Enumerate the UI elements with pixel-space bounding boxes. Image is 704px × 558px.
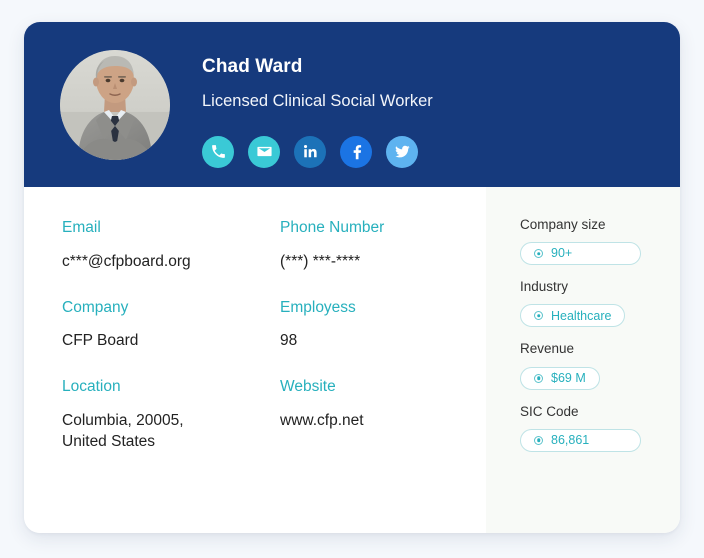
linkedin-glyph [303,145,317,158]
attribute-company-size: Company size 90+ [520,217,680,266]
radio-icon [534,435,543,445]
chip-industry[interactable]: Healthcare [520,304,626,328]
linkedin-icon[interactable] [294,135,326,168]
attribute-industry: Industry Healthcare [520,279,680,328]
field-value-email: c***@cfpboard.org [62,252,191,270]
field-employees: Employess 98 [280,299,486,379]
chip-revenue[interactable]: $69 M [520,366,600,390]
radio-icon [534,373,543,383]
facebook-glyph [353,145,361,160]
field-label-company: Company [62,298,129,316]
chip-value-industry: Healthcare [551,308,612,323]
page-root: Chad Ward Licensed Clinical Social Worke… [0,0,704,558]
chip-sic-code[interactable]: 86,861 [520,428,641,452]
attribute-label-revenue: Revenue [520,341,575,357]
field-email: Email c***@cfpboard.org [62,219,280,299]
field-label-location: Location [62,378,121,396]
avatar [60,50,170,160]
attribute-label-industry: Industry [520,279,569,295]
twitter-bird-glyph [394,145,410,158]
chip-company-size[interactable]: 90+ [520,242,641,266]
field-value-company: CFP Board [62,332,139,350]
details-section: Email c***@cfpboard.org Phone Number (**… [24,187,486,533]
contact-card: Chad Ward Licensed Clinical Social Worke… [24,22,680,533]
field-website: Website www.cfp.net [280,378,486,478]
field-value-phone-number: (***) ***-**** [280,252,361,270]
field-value-location: Columbia, 20005, United States [62,411,184,450]
field-company: Company CFP Board [62,299,280,379]
twitter-icon[interactable] [386,135,418,168]
company-attributes-panel: Company size 90+ Industry Healthcare Rev… [486,187,680,533]
envelope-glyph [256,146,272,157]
field-label-email: Email [62,219,101,236]
details-grid: Email c***@cfpboard.org Phone Number (**… [62,219,486,478]
radio-icon [534,311,543,321]
identity-block: Chad Ward Licensed Clinical Social Worke… [202,40,680,168]
attribute-sic-code: SIC Code 86,861 [520,404,680,452]
radio-icon [534,249,543,259]
chip-value-sic-code: 86,861 [551,433,590,447]
attribute-revenue: Revenue $69 M [520,341,680,390]
person-title: Licensed Clinical Social Worker [202,91,433,110]
field-label-phone-number: Phone Number [280,219,385,236]
attribute-label-sic-code: SIC Code [520,403,579,419]
field-label-employees: Employess [280,298,356,316]
field-label-website: Website [280,378,336,396]
card-body: Email c***@cfpboard.org Phone Number (**… [24,187,680,533]
field-value-employees: 98 [280,332,298,350]
field-value-website[interactable]: www.cfp.net [280,411,435,432]
attribute-label-company-size: Company size [520,217,606,232]
field-phone-number: Phone Number (***) ***-**** [280,219,486,299]
phone-icon[interactable] [202,135,234,168]
card-header: Chad Ward Licensed Clinical Social Worke… [24,22,680,187]
email-icon[interactable] [248,135,280,168]
social-links [202,135,680,168]
phone-glyph [211,145,225,158]
facebook-icon[interactable] [340,135,372,168]
person-name: Chad Ward [202,56,303,77]
chip-value-company-size: 90+ [551,246,573,261]
chip-value-revenue: $69 M [551,370,586,385]
field-location: Location Columbia, 20005, United States [62,378,280,478]
avatar-photo [60,50,170,160]
